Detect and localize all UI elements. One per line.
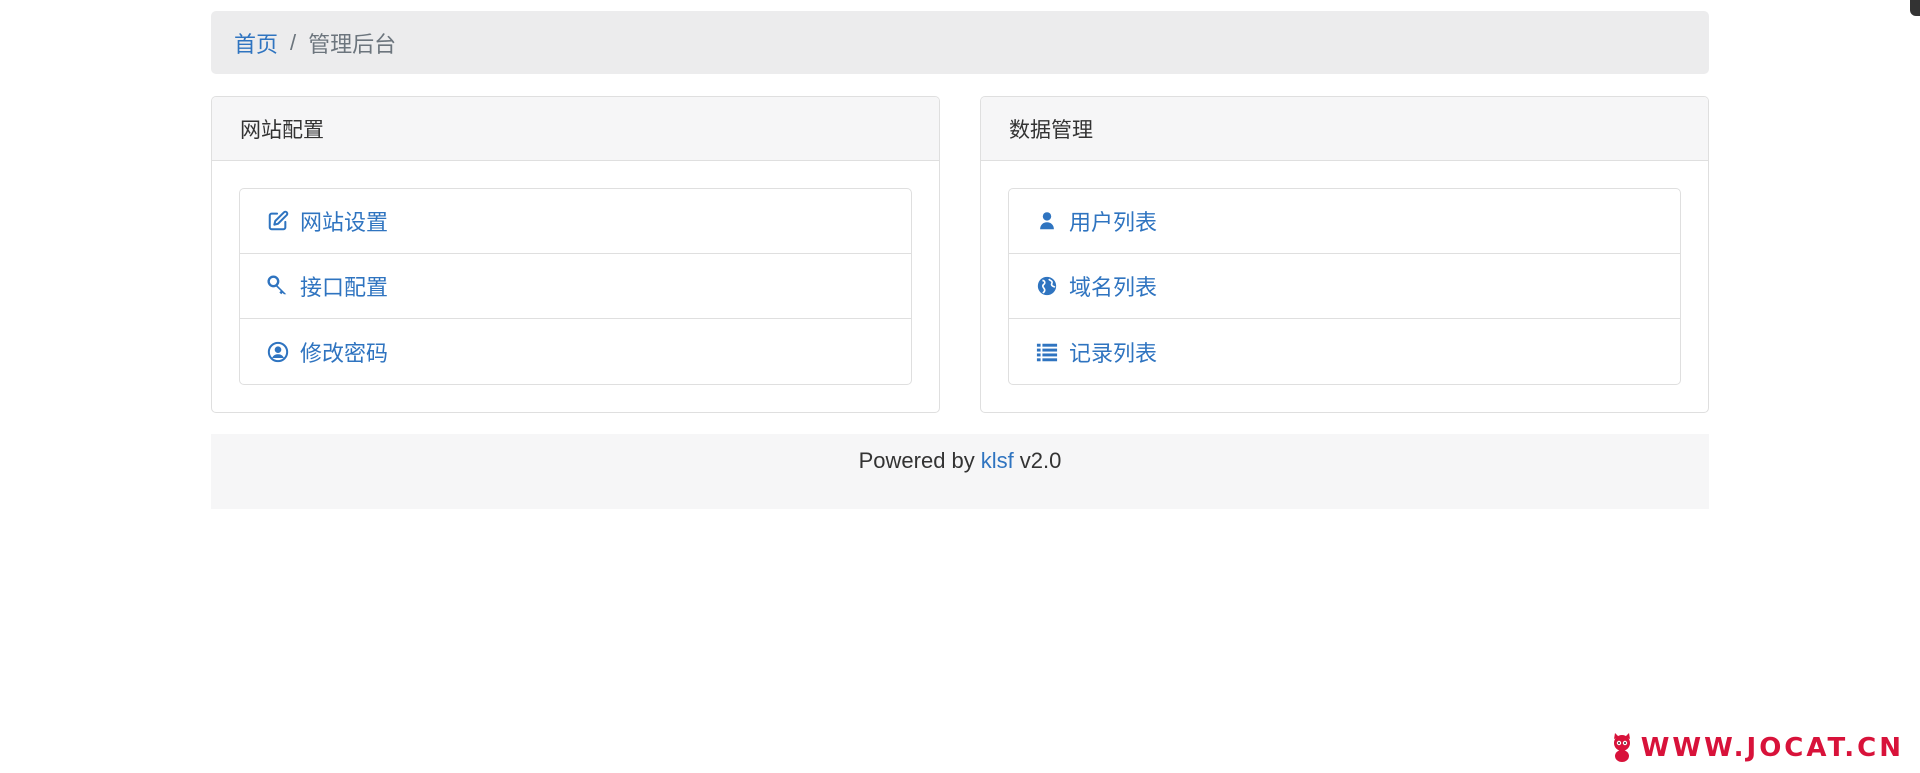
- key-icon: [266, 274, 290, 298]
- footer: Powered by klsf v2.0: [211, 434, 1709, 509]
- edit-icon: [266, 209, 290, 233]
- watermark-text: WWW.JOCAT.CN: [1640, 733, 1904, 763]
- list-group: 网站设置 接口配置 修改密码: [239, 188, 912, 385]
- list-item-label: 用户列表: [1069, 210, 1158, 235]
- globe-icon: [1035, 274, 1059, 298]
- panel-data-management: 数据管理 用户列表 域名列表 记录列表: [980, 96, 1709, 413]
- breadcrumb-separator: /: [290, 29, 297, 55]
- user-icon: [1035, 209, 1059, 233]
- list-group: 用户列表 域名列表 记录列表: [1008, 188, 1681, 385]
- breadcrumb: 首页 / 管理后台: [211, 11, 1709, 74]
- list-item-user-list[interactable]: 用户列表: [1009, 189, 1680, 254]
- panel-site-config: 网站配置 网站设置 接口配置 修改密码: [211, 96, 940, 413]
- footer-version: v2.0: [1019, 448, 1062, 473]
- list-item-label: 接口配置: [300, 275, 389, 300]
- panels-row: 网站配置 网站设置 接口配置 修改密码 数据管理 用户列表 域名列表 记录列表: [211, 96, 1709, 413]
- list-icon: [1035, 340, 1059, 364]
- breadcrumb-current: 管理后台: [308, 31, 397, 57]
- main-container: 首页 / 管理后台 网站配置 网站设置 接口配置 修改密码 数据管理 用户列表 …: [211, 11, 1709, 509]
- list-item-api-config[interactable]: 接口配置: [240, 254, 911, 319]
- panel-body: 用户列表 域名列表 记录列表: [981, 161, 1708, 385]
- list-item-label: 网站设置: [300, 210, 389, 235]
- list-item-label: 域名列表: [1069, 275, 1158, 300]
- list-item-change-password[interactable]: 修改密码: [240, 319, 911, 384]
- panel-header: 数据管理: [981, 97, 1708, 161]
- panel-body: 网站设置 接口配置 修改密码: [212, 161, 939, 385]
- footer-klsf-link[interactable]: klsf: [981, 448, 1014, 509]
- list-item-domain-list[interactable]: 域名列表: [1009, 254, 1680, 319]
- footer-prefix: Powered by: [858, 448, 975, 473]
- cat-logo-icon: [1613, 733, 1630, 762]
- list-item-record-list[interactable]: 记录列表: [1009, 319, 1680, 384]
- watermark: WWW.JOCAT.CN: [1609, 733, 1904, 763]
- window-corner-tab: [1910, 0, 1920, 16]
- list-item-label: 修改密码: [300, 340, 389, 366]
- list-item-label: 记录列表: [1069, 340, 1158, 366]
- user-circle-icon: [266, 340, 290, 364]
- list-item-site-settings[interactable]: 网站设置: [240, 189, 911, 254]
- panel-header: 网站配置: [212, 97, 939, 161]
- breadcrumb-home-link[interactable]: 首页: [234, 27, 278, 59]
